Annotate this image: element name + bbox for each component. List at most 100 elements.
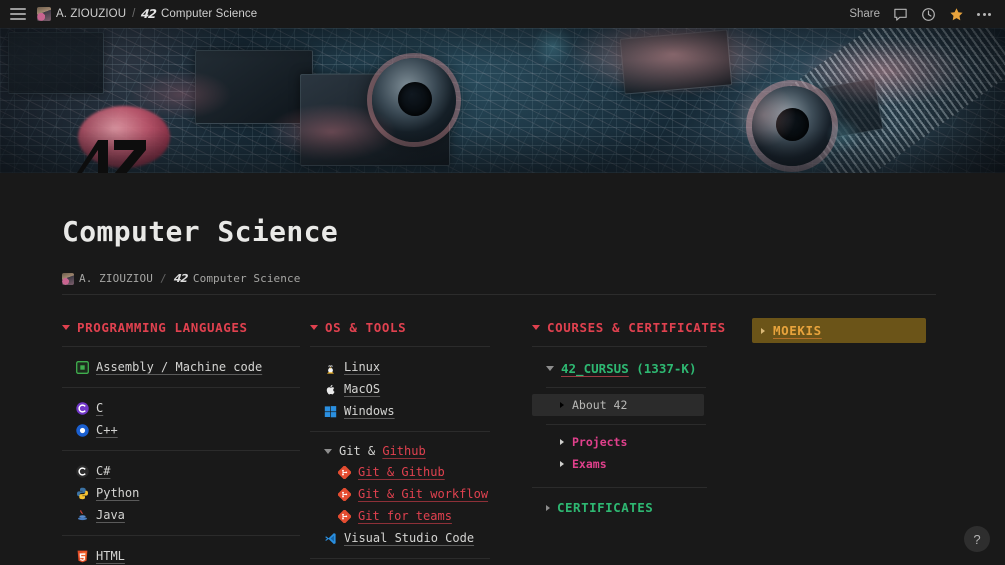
divider (310, 431, 490, 432)
top-bar-actions: Share (849, 7, 995, 22)
help-button[interactable]: ? (964, 526, 990, 552)
top-bar: A. ZIOUZIOU / 42 Computer Science Share (0, 0, 1005, 28)
list-item[interactable]: Linux (310, 356, 532, 378)
list-item[interactable]: C (62, 397, 310, 419)
list-item[interactable]: Assembly / Machine code (62, 356, 310, 378)
chevron-down-icon[interactable] (546, 366, 554, 371)
42-logo-icon: 42 (141, 7, 157, 21)
columns-layout: PROGRAMMING LANGUAGES Assembly / Machine… (62, 318, 962, 565)
divider (62, 346, 300, 347)
c-language-icon (76, 402, 89, 415)
subsection-title: 42_CURSUS (1337-K) (561, 361, 696, 376)
list-item[interactable]: HTML (62, 545, 310, 565)
assembly-icon (76, 361, 89, 374)
chevron-right-icon[interactable] (560, 461, 564, 467)
avatar (37, 7, 51, 21)
list-item[interactable]: Windows (310, 400, 532, 422)
list-item-label: C++ (96, 423, 118, 437)
list-item[interactable]: Git & Github (310, 461, 532, 483)
more-options-icon[interactable] (977, 13, 991, 16)
chevron-right-icon[interactable] (761, 328, 765, 334)
list-item-exams[interactable]: Exams (532, 453, 752, 475)
subsection-header-git-and-github[interactable]: Git & Github (310, 441, 532, 461)
divider (532, 487, 707, 488)
list-item-label: C (96, 401, 103, 415)
python-icon (76, 487, 89, 500)
list-item[interactable]: C# (62, 460, 310, 482)
git-icon (338, 466, 351, 479)
share-button[interactable]: Share (849, 8, 880, 20)
section-title: OS & TOOLS (325, 320, 406, 335)
cpp-language-icon (76, 424, 89, 437)
list-item[interactable]: Python (62, 482, 310, 504)
breadcrumb: A. ZIOUZIOU / 42 Computer Science (62, 272, 936, 295)
column-os-and-tools: OS & TOOLS Linux MacOS Windows (310, 318, 532, 565)
avatar (62, 273, 74, 285)
chevron-right-icon[interactable] (560, 402, 564, 408)
section-header-courses-and-certificates[interactable]: COURSES & CERTIFICATES (532, 318, 752, 337)
divider (310, 346, 490, 347)
list-item[interactable]: Git for teams (310, 505, 532, 527)
list-item-label: HTML (96, 549, 125, 563)
42-logo-icon (68, 138, 150, 173)
list-item-projects[interactable]: Projects (532, 431, 752, 453)
list-item[interactable]: Visual Studio Code (310, 527, 532, 549)
apple-icon (324, 383, 337, 396)
hamburger-menu-icon[interactable] (10, 8, 26, 20)
list-item[interactable]: Git & Git workflow (310, 483, 532, 505)
breadcrumb-page[interactable]: Computer Science (161, 8, 257, 20)
subsection-title: CERTIFICATES (557, 500, 653, 515)
chevron-down-icon[interactable] (532, 325, 540, 330)
column-courses-and-certificates: COURSES & CERTIFICATES 42_CURSUS (1337-K… (532, 318, 752, 518)
breadcrumb-separator: / (132, 8, 135, 20)
comment-icon[interactable] (893, 7, 908, 22)
divider (62, 535, 300, 536)
git-icon (338, 488, 351, 501)
chevron-right-icon[interactable] (546, 505, 550, 511)
42-logo-icon: 42 (173, 272, 188, 285)
divider (546, 424, 706, 425)
divider (532, 346, 707, 347)
star-icon[interactable] (949, 7, 964, 22)
breadcrumb-page[interactable]: Computer Science (193, 272, 301, 285)
breadcrumb-user[interactable]: A. ZIOUZIOU (56, 8, 126, 20)
chevron-down-icon[interactable] (324, 449, 332, 454)
list-item-label: Git & Github (358, 465, 445, 479)
list-item[interactable]: C++ (62, 419, 310, 441)
list-item[interactable]: Java (62, 504, 310, 526)
section-header-programming-languages[interactable]: PROGRAMMING LANGUAGES (62, 318, 310, 337)
csharp-language-icon (76, 465, 89, 478)
subsection-header-42-cursus[interactable]: 42_CURSUS (1337-K) (532, 358, 752, 379)
chevron-right-icon[interactable] (560, 439, 564, 445)
list-item-label: MacOS (344, 382, 380, 396)
section-title: COURSES & CERTIFICATES (547, 320, 726, 335)
list-item[interactable]: MacOS (310, 378, 532, 400)
divider (62, 387, 300, 388)
chevron-down-icon[interactable] (62, 325, 70, 330)
divider (310, 558, 490, 559)
list-item-label: Exams (572, 457, 607, 471)
page-title: Computer Science (62, 215, 1005, 248)
section-header-os-and-tools[interactable]: OS & TOOLS (310, 318, 532, 337)
list-item-label: Linux (344, 360, 380, 374)
circuit-board-photo (0, 28, 1005, 173)
list-item-label: Git & Git workflow (358, 487, 488, 501)
vscode-icon (324, 532, 337, 545)
section-title: PROGRAMMING LANGUAGES (77, 320, 248, 335)
page-content: Computer Science A. ZIOUZIOU / 42 Comput… (0, 173, 1005, 565)
column-moekis: MOEKIS (752, 318, 938, 343)
section-title: MOEKIS (773, 323, 822, 338)
breadcrumb-user[interactable]: A. ZIOUZIOU (79, 272, 153, 285)
subsection-header-certificates[interactable]: CERTIFICATES (532, 497, 752, 518)
list-item-label: Projects (572, 435, 627, 449)
divider (62, 450, 300, 451)
clock-history-icon[interactable] (921, 7, 936, 22)
chevron-down-icon[interactable] (310, 325, 318, 330)
list-item-about-42[interactable]: About 42 (532, 394, 704, 416)
list-item-label: About 42 (572, 398, 627, 412)
column-programming-languages: PROGRAMMING LANGUAGES Assembly / Machine… (62, 318, 310, 565)
cover-image[interactable] (0, 28, 1005, 173)
git-icon (338, 510, 351, 523)
html5-icon (76, 550, 89, 563)
section-header-moekis[interactable]: MOEKIS (752, 318, 926, 343)
